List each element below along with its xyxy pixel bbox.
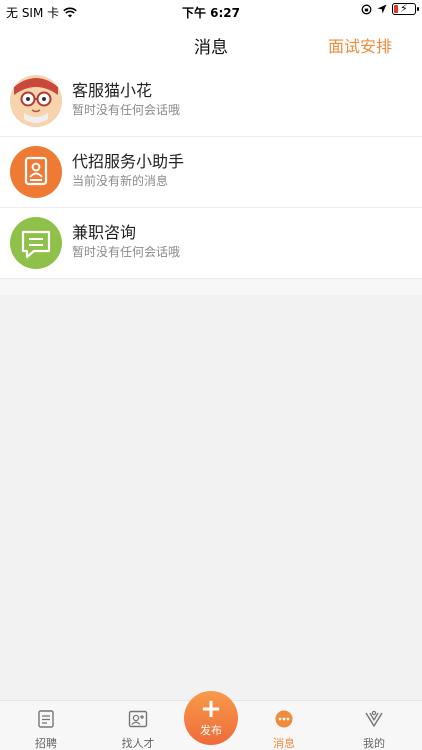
conversation-preview: 暂时没有任何会话哦	[72, 245, 181, 259]
nav-bar: 消息 面试安排	[0, 22, 422, 66]
profile-v-icon	[365, 710, 383, 727]
tab-find-talent[interactable]: 找人才	[96, 701, 180, 750]
location-icon	[377, 4, 387, 14]
message-dots-icon	[275, 710, 293, 728]
cat-avatar	[10, 75, 62, 127]
conversation-list: 客服猫小花 暂时没有任何会话哦 代招服务小助手 当前没有新的消息 兼职咨询 暂时…	[0, 66, 422, 279]
publish-button[interactable]: + 发布	[184, 691, 238, 745]
tab-label: 找人才	[121, 737, 155, 750]
orientation-lock-icon	[361, 4, 372, 14]
conversation-name: 客服猫小花	[72, 81, 153, 100]
plus-icon: +	[200, 694, 222, 724]
status-right: ⚡	[361, 2, 419, 15]
recruit-doc-icon	[38, 710, 54, 728]
conversation-row-assistant[interactable]: 代招服务小助手 当前没有新的消息	[0, 137, 422, 208]
assistant-avatar	[10, 146, 62, 198]
conversation-preview: 暂时没有任何会话哦	[72, 103, 181, 117]
tab-recruit[interactable]: 招聘	[4, 701, 88, 750]
cat-face-icon	[10, 75, 62, 127]
conversation-row-consult[interactable]: 兼职咨询 暂时没有任何会话哦	[0, 208, 422, 279]
chat-bubble-icon	[21, 230, 51, 259]
conversation-name: 代招服务小助手	[72, 152, 185, 171]
list-footer-spacer	[0, 279, 422, 295]
tab-label: 消息	[273, 737, 295, 750]
consult-avatar	[10, 217, 62, 269]
publish-label: 发布	[200, 724, 222, 737]
tab-mine[interactable]: 我的	[332, 701, 416, 750]
interview-schedule-button[interactable]: 面试安排	[328, 33, 392, 57]
status-bar: 无 SIM 卡 下午 6:27 ⚡	[0, 0, 422, 22]
resume-doc-icon	[24, 156, 48, 186]
battery-icon: ⚡	[392, 2, 419, 15]
person-plus-icon	[128, 710, 148, 728]
status-time: 下午 6:27	[181, 6, 241, 20]
conversation-name: 兼职咨询	[72, 223, 137, 242]
tab-label: 我的	[363, 737, 385, 750]
conversation-preview: 当前没有新的消息	[72, 174, 169, 188]
conversation-row-cat[interactable]: 客服猫小花 暂时没有任何会话哦	[0, 66, 422, 137]
tab-messages[interactable]: 消息	[242, 701, 326, 750]
tab-label: 招聘	[35, 737, 57, 750]
